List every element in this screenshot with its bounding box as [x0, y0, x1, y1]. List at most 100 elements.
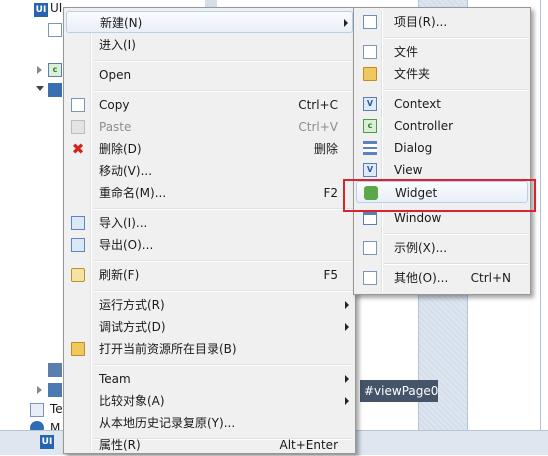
menu-item-properties[interactable]: 属性(R) Alt+Enter — [66, 434, 353, 456]
menu-item-label: Dialog — [394, 141, 433, 155]
menu-item-shortcut: F2 — [323, 186, 338, 200]
menu-item-move[interactable]: 移动(V)... — [66, 160, 353, 182]
tree-row[interactable]: c — [0, 60, 62, 80]
controller-icon: c — [363, 119, 377, 133]
menu-item-label: 比较对象(A) — [99, 394, 165, 408]
menu-item-label: Open — [99, 68, 132, 82]
new-project-icon — [363, 15, 377, 29]
tree-row[interactable] — [0, 380, 62, 400]
paste-icon — [71, 120, 85, 134]
menu-item-shortcut: Alt+Enter — [279, 438, 338, 452]
expand-arrow-icon[interactable] — [37, 386, 42, 394]
view-page-field[interactable]: #viewPage0 — [360, 380, 438, 402]
menu-item-open[interactable]: Open — [66, 64, 353, 86]
menu-item-refresh[interactable]: 刷新(F) F5 — [66, 264, 353, 286]
menu-item-label: Team — [99, 372, 131, 386]
menu-item-shortcut: Ctrl+N — [470, 271, 511, 285]
menu-item-label: 其他(O)... — [394, 271, 449, 285]
menu-item-label: 导入(I)... — [99, 216, 148, 230]
new-file-icon — [363, 45, 377, 59]
import-icon — [71, 216, 85, 230]
divider — [540, 0, 541, 430]
menu-separator — [384, 89, 528, 91]
ui-project-icon: UI — [34, 3, 48, 17]
menu-item-run-as[interactable]: 运行方式(R) — [66, 294, 353, 316]
status-ui-icon: UI — [40, 435, 54, 449]
tree-te-label: Te — [50, 402, 63, 416]
menu-item-label: Paste — [99, 120, 132, 134]
menu-item-label: 进入(I) — [99, 38, 136, 52]
tree-row[interactable] — [0, 360, 62, 380]
menu-item-paste[interactable]: Paste Ctrl+V — [66, 116, 353, 138]
tree-row[interactable] — [0, 80, 62, 100]
menu-item-label: 运行方式(R) — [99, 298, 165, 312]
menu-item-label: 文件 — [394, 45, 419, 59]
menu-item-label: Controller — [394, 119, 454, 133]
collapse-arrow-icon[interactable] — [36, 86, 44, 91]
tree-row[interactable]: Te — [0, 400, 63, 420]
module-icon — [48, 383, 62, 397]
menu-item-shortcut: 删除 — [313, 142, 338, 156]
menu-item-label: 打开当前资源所在目录(B) — [99, 342, 237, 356]
submenu-item-controller[interactable]: c Controller — [356, 115, 528, 137]
export-icon — [71, 238, 85, 252]
submenu-arrow-icon — [345, 323, 349, 331]
menu-item-team[interactable]: Team — [66, 368, 353, 390]
menu-item-label: 示例(X)... — [394, 241, 448, 255]
menu-item-label: 刷新(F) — [99, 268, 140, 282]
menu-item-restore-history[interactable]: 从本地历史记录复原(Y)... — [66, 412, 353, 434]
window-icon — [363, 211, 377, 225]
menu-separator — [94, 60, 353, 62]
menu-item-shortcut: Ctrl+V — [298, 120, 338, 134]
copy-icon — [71, 98, 85, 112]
menu-item-label: 调试方式(D) — [99, 320, 166, 334]
menu-separator — [94, 90, 353, 92]
submenu-arrow-icon — [345, 375, 349, 383]
menu-item-shortcut: F5 — [323, 268, 338, 282]
menu-item-copy[interactable]: Copy Ctrl+C — [66, 94, 353, 116]
submenu-item-project[interactable]: 项目(R)... — [356, 11, 528, 33]
new-folder-icon — [363, 67, 377, 81]
widget-highlight-box — [343, 179, 536, 212]
expand-arrow-icon[interactable] — [37, 66, 42, 74]
menu-item-rename[interactable]: 重命名(M)... F2 — [66, 182, 353, 204]
menu-item-shortcut: Ctrl+C — [298, 98, 338, 112]
submenu-arrow-icon — [344, 19, 348, 27]
menu-item-enter[interactable]: 进入(I) — [66, 34, 353, 56]
tree-row-root[interactable]: UI UI — [0, 0, 62, 20]
submenu-item-context[interactable]: V Context — [356, 93, 528, 115]
refresh-icon — [71, 268, 85, 282]
menu-item-label: 移动(V)... — [99, 164, 153, 178]
folder-icon — [71, 342, 85, 356]
menu-item-label: 删除(D) — [99, 142, 142, 156]
template-icon — [30, 403, 44, 417]
menu-item-import[interactable]: 导入(I)... — [66, 212, 353, 234]
context-icon: V — [363, 97, 377, 111]
menu-item-debug-as[interactable]: 调试方式(D) — [66, 316, 353, 338]
menu-item-open-folder[interactable]: 打开当前资源所在目录(B) — [66, 338, 353, 360]
menu-item-label: 新建(N) — [100, 16, 143, 30]
menu-item-label: Copy — [99, 98, 130, 112]
menu-item-new[interactable]: 新建(N) — [66, 11, 353, 33]
submenu-item-folder[interactable]: 文件夹 — [356, 63, 528, 85]
menu-item-label: Context — [394, 97, 442, 111]
menu-item-export[interactable]: 导出(O)... — [66, 234, 353, 256]
context-menu: 新建(N) 进入(I) Open Copy Ctrl+C Paste Ctrl+… — [63, 7, 356, 454]
menu-item-label: 导出(O)... — [99, 238, 154, 252]
menu-item-label: 属性(R) — [99, 438, 141, 452]
submenu-item-other[interactable]: 其他(O)... Ctrl+N — [356, 267, 528, 289]
menu-item-delete[interactable]: ✖ 删除(D) 删除 — [66, 138, 353, 160]
tree-row[interactable] — [0, 20, 62, 40]
submenu-item-file[interactable]: 文件 — [356, 41, 528, 63]
menu-item-label: 重命名(M)... — [99, 186, 167, 200]
submenu-arrow-icon — [345, 397, 349, 405]
submenu-item-example[interactable]: 示例(X)... — [356, 237, 528, 259]
menu-item-compare[interactable]: 比较对象(A) — [66, 390, 353, 412]
context-folder-icon: c — [48, 63, 62, 77]
menu-separator — [384, 263, 528, 265]
menu-separator — [94, 260, 353, 262]
submenu-item-dialog[interactable]: Dialog — [356, 137, 528, 159]
submenu-item-view[interactable]: V View — [356, 159, 528, 181]
menu-item-label: View — [394, 163, 423, 177]
other-icon — [363, 271, 377, 285]
